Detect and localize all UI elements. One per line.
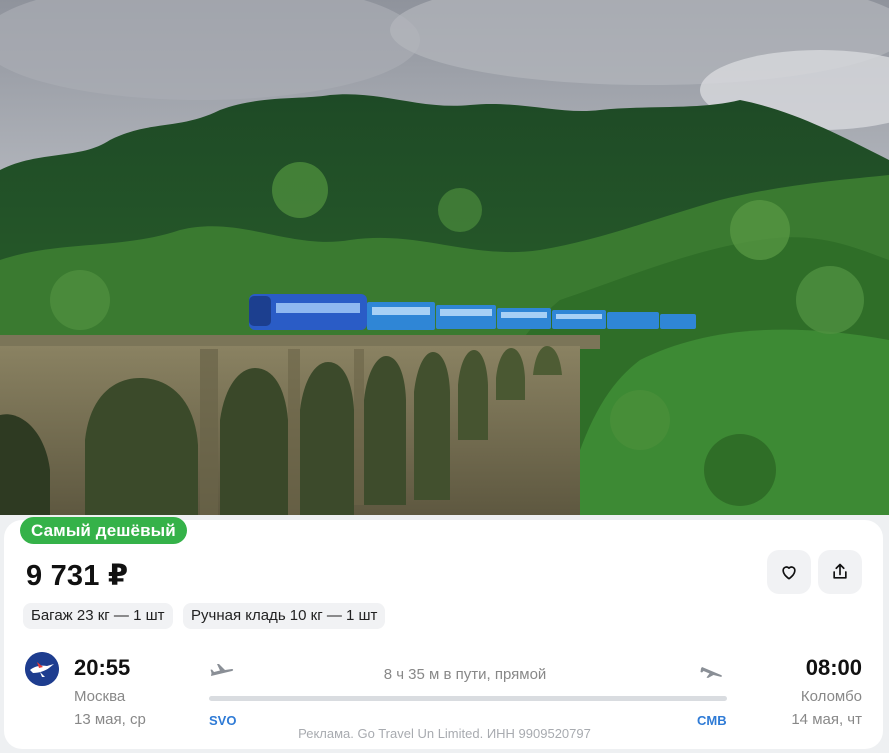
airline-logo: [25, 652, 59, 686]
arrival-time: 08:00: [805, 655, 862, 680]
departure-time: 20:55: [74, 655, 131, 680]
takeoff-plane-icon: [210, 664, 234, 676]
aeroflot-logo: [25, 652, 59, 686]
baggage-chip: Багаж 23 кг — 1 шт: [23, 603, 173, 629]
arrival-city: Коломбо: [800, 688, 862, 705]
route-line: [209, 696, 727, 701]
hand-luggage-chip: Ручная кладь 10 кг — 1 шт: [183, 603, 386, 629]
train-bridge-illustration: [0, 0, 889, 515]
ad-disclaimer: Реклама. Go Travel Un Limited. ИНН 99095…: [298, 726, 591, 741]
price: 9 731 ₽: [26, 560, 129, 592]
share-button[interactable]: [818, 550, 862, 594]
flight-duration: 8 ч 35 м в пути, прямой: [383, 666, 547, 683]
landing-plane-icon: [700, 667, 722, 678]
hero-image: [0, 0, 889, 515]
cheapest-badge: Самый дешёвый: [20, 517, 187, 544]
share-icon: [833, 563, 847, 579]
heart-icon: [782, 566, 796, 580]
departure-city: Москва: [74, 688, 126, 705]
favorite-button[interactable]: [767, 550, 811, 594]
